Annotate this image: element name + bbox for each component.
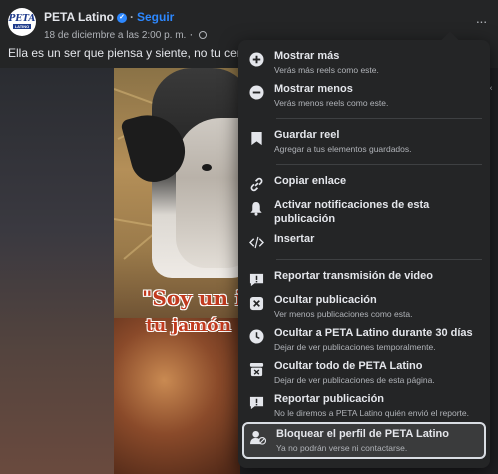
more-options-button[interactable]: ··· [470,12,492,34]
menu-divider [276,118,482,119]
globe-icon [199,31,208,40]
menu-item-subtitle: Agregar a tus elementos guardados. [274,144,412,154]
close-box-icon [248,295,264,311]
separator-dot: · [130,10,134,24]
plus-circle-icon [248,51,264,67]
avatar[interactable]: PETA LATINO [8,8,36,36]
bell-icon [248,200,264,216]
menu-item-subtitle: Ver menos publicaciones como esta. [274,309,413,319]
menu-item-notifications[interactable]: Activar notificaciones de esta publicaci… [246,195,482,229]
menu-item-title: Reportar transmisión de video [274,270,433,282]
meta-separator-dot: · [189,27,194,41]
menu-item-title: Copiar enlace [274,175,347,187]
hide-all-icon [248,361,264,377]
peta-logo-subtext: LATINO [12,24,32,29]
menu-item-report-video[interactable]: Reportar transmisión de video [246,266,482,290]
menu-item-title: Ocultar publicación [274,294,377,306]
post-header: PETA LATINO PETA Latino ✓ · Seguir 18 de di… [0,0,498,42]
report-flag-icon [248,271,264,287]
post-options-menu: Mostrar más Verás más reels como este. M… [238,31,490,468]
menu-item-subtitle: Verás menos reels como este. [274,98,389,108]
link-icon [248,176,264,192]
menu-item-show-more[interactable]: Mostrar más Verás más reels como este. [246,46,482,79]
video-overlay-text-1: "Soy un ir [142,286,240,310]
embed-icon [248,234,264,250]
menu-item-title: Ocultar todo de PETA Latino [274,360,423,372]
follow-button[interactable]: Seguir [137,10,174,24]
menu-item-subtitle: No le diremos a PETA Latino quién envió … [274,408,469,418]
video-overlay-text-2: tu jamón [146,316,231,336]
menu-item-title: Bloquear el perfil de PETA Latino [276,428,449,440]
peta-logo-text: PETA [8,14,36,24]
menu-item-copy-link[interactable]: Copiar enlace [246,171,482,195]
pig-eye [202,164,212,171]
menu-item-title: Mostrar más [274,50,340,62]
straw-decoration [123,232,156,260]
menu-item-subtitle: Verás más reels como este. [274,65,379,75]
clock-icon [248,328,264,344]
menu-item-snooze-page[interactable]: Ocultar a PETA Latino durante 30 días De… [246,323,482,356]
minus-circle-icon [248,84,264,100]
menu-item-hide-post[interactable]: Ocultar publicación Ver menos publicacio… [246,290,482,323]
menu-item-block-profile[interactable]: Bloquear el perfil de PETA Latino Ya no … [242,422,486,459]
page-name-row: PETA Latino ✓ · Seguir [44,10,174,24]
menu-item-subtitle: Dejar de ver publicaciones temporalmente… [274,342,436,352]
page-name-link[interactable]: PETA Latino [44,10,114,24]
video-lower-scene [114,318,240,474]
menu-item-title: Mostrar menos [274,83,353,95]
video-frame[interactable]: "Soy un ir tu jamón [114,68,240,474]
menu-item-title: Insertar [274,233,315,245]
report-icon [248,394,264,410]
menu-divider [276,164,482,165]
menu-item-title: Guardar reel [274,129,340,141]
menu-item-title: Activar notificaciones de esta publicaci… [274,199,430,225]
menu-item-embed[interactable]: Insertar [246,229,482,253]
post-meta: 18 de diciembre a las 2:00 p. m. · [44,27,208,41]
menu-item-show-less[interactable]: Mostrar menos Verás menos reels como est… [246,79,482,112]
menu-item-subtitle: Dejar de ver publicaciones de esta págin… [274,375,435,385]
verified-badge-icon: ✓ [117,12,127,23]
menu-item-save-reel[interactable]: Guardar reel Agregar a tus elementos gua… [246,125,482,158]
pig-face [176,118,240,268]
block-user-icon [250,429,266,445]
menu-item-title: Ocultar a PETA Latino durante 30 días [274,327,473,339]
menu-item-subtitle: Ya no podrán verse ni contactarse. [276,443,408,453]
menu-item-hide-all[interactable]: Ocultar todo de PETA Latino Dejar de ver… [246,356,482,389]
menu-item-title: Reportar publicación [274,393,385,405]
bookmark-icon [248,130,264,146]
menu-item-report-post[interactable]: Reportar publicación No le diremos a PET… [246,389,482,422]
post-caption: Ella es un ser que piensa y siente, no t… [8,46,258,60]
menu-divider [276,259,482,260]
post-timestamp[interactable]: 18 de diciembre a las 2:00 p. m. [44,30,186,41]
